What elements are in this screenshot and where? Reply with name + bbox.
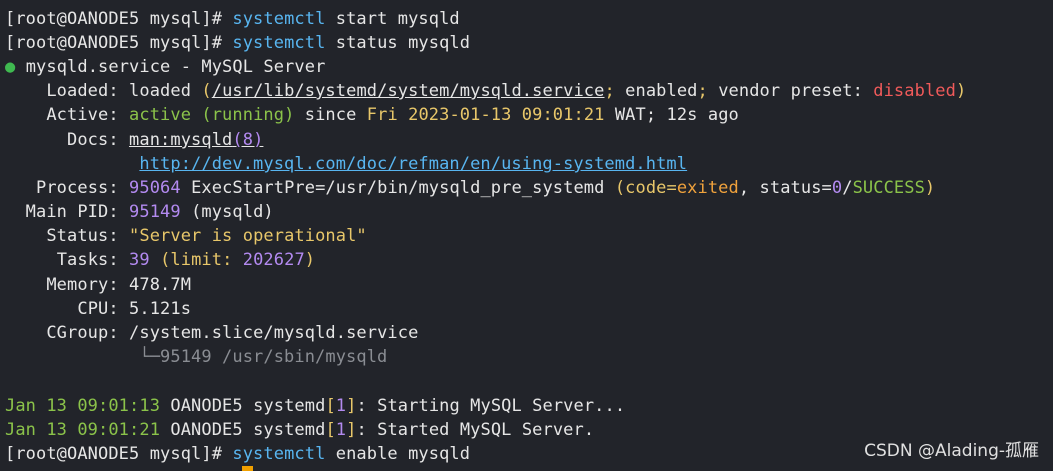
log-message: Starting MySQL Server... [377,396,626,416]
status-dot-icon: ● [5,57,16,77]
loaded-label: Loaded: [46,81,119,101]
log-unit: systemd [253,420,326,440]
watermark: CSDN @Alading-孤雁 [864,441,1039,461]
log-line: Jan 13 09:01:21 OANODE5 systemd[1]: Star… [5,420,595,440]
active-line: Active: active (running) since Fri 2023-… [5,103,739,127]
cgroup-tree: └─95149 /usr/sbin/mysqld [139,347,388,367]
loaded-line: Loaded: loaded (/usr/lib/systemd/system/… [46,81,967,101]
docs-line: Docs: man:mysqld(8) [5,128,263,152]
process-code: exited [676,178,739,198]
log-pid: 1 [335,396,347,416]
cgroup-tree-line: └─95149 /usr/sbin/mysqld [5,345,387,369]
terminal-cursor [242,466,253,471]
loaded-state: loaded [129,81,192,101]
log-message: Started MySQL Server. [377,420,595,440]
docs-man-link[interactable]: man:mysqld(8) [129,130,263,150]
process-code-label: (code= [614,178,677,198]
vendor-preset-value: disabled [873,81,956,101]
cgroup-value: /system.slice/mysqld.service [129,323,419,343]
tasks-line: Tasks: 39 (limit: 202627) [56,250,316,270]
shell-prompt: [root@OANODE5 mysql]# [5,33,223,53]
shell-prompt: [root@OANODE5 mysql]# [5,444,223,464]
log-pid: 1 [335,420,347,440]
shell-prompt: [root@OANODE5 mysql]# [5,9,223,29]
loaded-path: /usr/lib/systemd/system/mysqld.service [211,81,605,101]
timezone: WAT; [614,105,657,125]
service-title: mysqld.service - MySQL Server [25,57,326,77]
main-pid-line: Main PID: 95149 (mysqld) [5,200,274,224]
command-line-start: [root@OANODE5 mysql]# systemctl start my… [5,7,460,31]
memory-label: Memory: [46,275,119,295]
tasks-value: 39 [129,250,150,270]
command-tool: systemctl [232,444,326,464]
process-label: Process: [36,178,119,198]
enabled-state: enabled [625,81,698,101]
docs-url-link[interactable]: http://dev.mysql.com/doc/refman/en/using… [139,154,687,174]
command-args: start mysqld [335,9,460,29]
log-time: Jan 13 09:01:21 [5,420,161,440]
memory-value: 478.7M [129,275,192,295]
process-status-num: 0 [831,178,843,198]
command-line-status: [root@OANODE5 mysql]# systemctl status m… [5,31,470,55]
main-pid-name: (mysqld) [191,202,274,222]
status-label: Status: [46,226,119,246]
command-args: status mysqld [335,33,471,53]
cpu-line: CPU: 5.121s [5,297,191,321]
log-time: Jan 13 09:01:13 [5,396,161,416]
process-status-label: , status= [738,178,832,198]
main-pid-value: 95149 [129,202,181,222]
tasks-limit: 202627 [242,250,305,270]
docs-label: Docs: [67,130,119,150]
status-value: "Server is operational" [129,226,367,246]
active-state: active (running) [129,105,295,125]
time-ago: 12s ago [666,105,739,125]
command-tool: systemctl [232,9,326,29]
log-host: OANODE5 [170,420,243,440]
log-unit: systemd [253,396,326,416]
vendor-preset-label: vendor preset: [718,81,863,101]
process-pid: 95064 [129,178,181,198]
log-host: OANODE5 [170,396,243,416]
terminal-window[interactable]: [root@OANODE5 mysql]# systemctl start my… [0,0,1053,471]
service-title-line: ● mysqld.service - MySQL Server [5,55,325,79]
process-status-word: SUCCESS [852,178,925,198]
active-label: Active: [46,105,119,125]
main-pid-label: Main PID: [25,202,119,222]
since-time: Fri 2023-01-13 09:01:21 [366,105,605,125]
process-line: Process: 95064 ExecStartPre=/usr/bin/mys… [36,178,936,198]
command-line-enable: [root@OANODE5 mysql]# systemctl enable m… [5,442,470,466]
cpu-label: CPU: [77,299,119,319]
status-line: Status: "Server is operational" [5,224,367,248]
cgroup-line: CGroup: /system.slice/mysqld.service [5,321,418,345]
docs-url-line: http://dev.mysql.com/doc/refman/en/using… [5,152,687,176]
cpu-value: 5.121s [129,299,192,319]
cgroup-label: CGroup: [46,323,119,343]
since-label: since [304,105,357,125]
command-tool: systemctl [232,33,326,53]
tasks-label: Tasks: [56,250,119,270]
memory-line: Memory: 478.7M [5,273,191,297]
tasks-limit-label: (limit: [160,250,233,270]
command-args: enable mysqld [335,444,471,464]
log-line: Jan 13 09:01:13 OANODE5 systemd[1]: Star… [5,396,626,416]
process-cmd: ExecStartPre=/usr/bin/mysqld_pre_systemd [191,178,605,198]
